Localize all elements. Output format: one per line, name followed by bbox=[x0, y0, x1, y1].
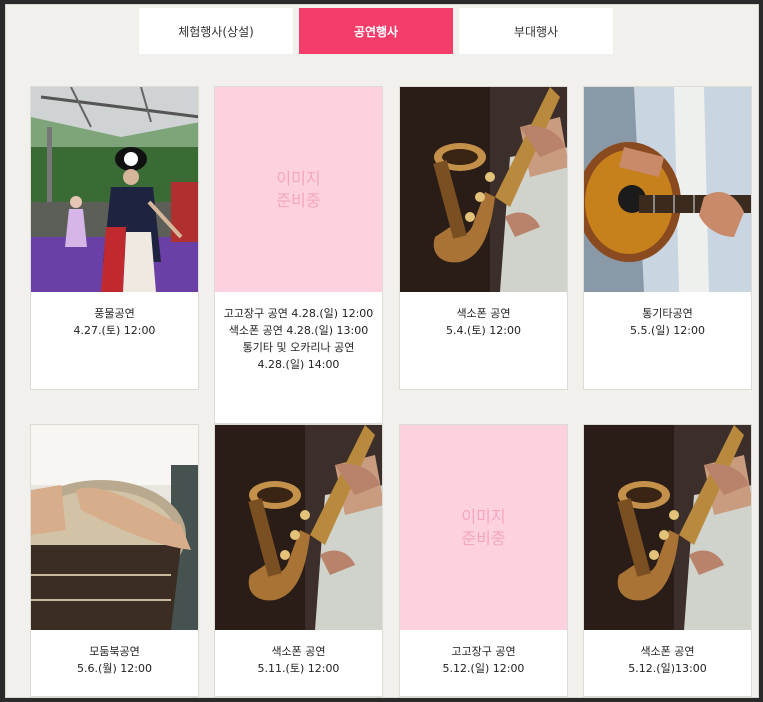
event-card[interactable]: 모둠북공연 5.6.(월) 12:00 bbox=[30, 424, 199, 697]
event-line: 통기타 및 오카리나 공연 bbox=[242, 341, 355, 354]
djembe-drum-photo bbox=[31, 425, 198, 630]
event-caption: 모둠북공연 5.6.(월) 12:00 bbox=[31, 630, 198, 677]
image-placeholder: 이미지 준비중 bbox=[400, 425, 567, 630]
event-title: 모둠북공연 bbox=[89, 645, 140, 658]
event-title: 고고장구 공연 bbox=[451, 645, 516, 658]
pungmul-performance-photo bbox=[31, 87, 198, 292]
event-line: 4.28.(일) 14:00 bbox=[257, 358, 340, 371]
saxophone-photo bbox=[584, 425, 751, 630]
event-title: 색소폰 공연 bbox=[640, 645, 695, 658]
saxophone-photo bbox=[215, 425, 382, 630]
event-caption: 고고장구 공연 4.28.(일) 12:00 색소폰 공연 4.28.(일) 1… bbox=[215, 292, 382, 373]
event-title: 색소폰 공연 bbox=[456, 307, 511, 320]
event-card[interactable]: 색소폰 공연 5.11.(토) 12:00 bbox=[214, 424, 383, 697]
event-title: 통기타공연 bbox=[642, 307, 693, 320]
event-date: 5.6.(월) 12:00 bbox=[77, 662, 152, 675]
page-frame: 체험행사(상설) 공연행사 부대행사 풍물공연 4.27.(토) 12:00 이… bbox=[5, 4, 759, 698]
event-card[interactable]: 통기타공연 5.5.(일) 12:00 bbox=[583, 86, 752, 390]
event-caption: 통기타공연 5.5.(일) 12:00 bbox=[584, 292, 751, 339]
event-title: 색소폰 공연 bbox=[271, 645, 326, 658]
event-date: 5.12.(일) 12:00 bbox=[442, 662, 525, 675]
event-caption: 색소폰 공연 5.12.(일)13:00 bbox=[584, 630, 751, 677]
image-placeholder: 이미지 준비중 bbox=[215, 87, 382, 292]
event-title: 풍물공연 bbox=[94, 307, 135, 320]
acoustic-guitar-photo bbox=[584, 87, 751, 292]
event-date: 4.27.(토) 12:00 bbox=[73, 324, 156, 337]
event-caption: 색소폰 공연 5.11.(토) 12:00 bbox=[215, 630, 382, 677]
event-date: 5.5.(일) 12:00 bbox=[630, 324, 705, 337]
event-date: 5.12.(일)13:00 bbox=[628, 662, 707, 675]
event-caption: 색소폰 공연 5.4.(토) 12:00 bbox=[400, 292, 567, 339]
event-caption: 고고장구 공연 5.12.(일) 12:00 bbox=[400, 630, 567, 677]
event-line: 고고장구 공연 4.28.(일) 12:00 bbox=[223, 307, 374, 320]
event-card[interactable]: 색소폰 공연 5.12.(일)13:00 bbox=[583, 424, 752, 697]
event-card[interactable]: 색소폰 공연 5.4.(토) 12:00 bbox=[399, 86, 568, 390]
event-date: 5.11.(토) 12:00 bbox=[257, 662, 340, 675]
saxophone-photo bbox=[400, 87, 567, 292]
event-card[interactable]: 풍물공연 4.27.(토) 12:00 bbox=[30, 86, 199, 390]
event-caption: 풍물공연 4.27.(토) 12:00 bbox=[31, 292, 198, 339]
event-card[interactable]: 이미지 준비중 고고장구 공연 5.12.(일) 12:00 bbox=[399, 424, 568, 697]
tab-performance-events[interactable]: 공연행사 bbox=[299, 8, 453, 54]
tab-experience-events[interactable]: 체험행사(상설) bbox=[139, 8, 293, 54]
tab-side-events[interactable]: 부대행사 bbox=[459, 8, 613, 54]
event-date: 5.4.(토) 12:00 bbox=[446, 324, 521, 337]
event-card[interactable]: 이미지 준비중 고고장구 공연 4.28.(일) 12:00 색소폰 공연 4.… bbox=[214, 86, 383, 424]
event-line: 색소폰 공연 4.28.(일) 13:00 bbox=[228, 324, 369, 337]
